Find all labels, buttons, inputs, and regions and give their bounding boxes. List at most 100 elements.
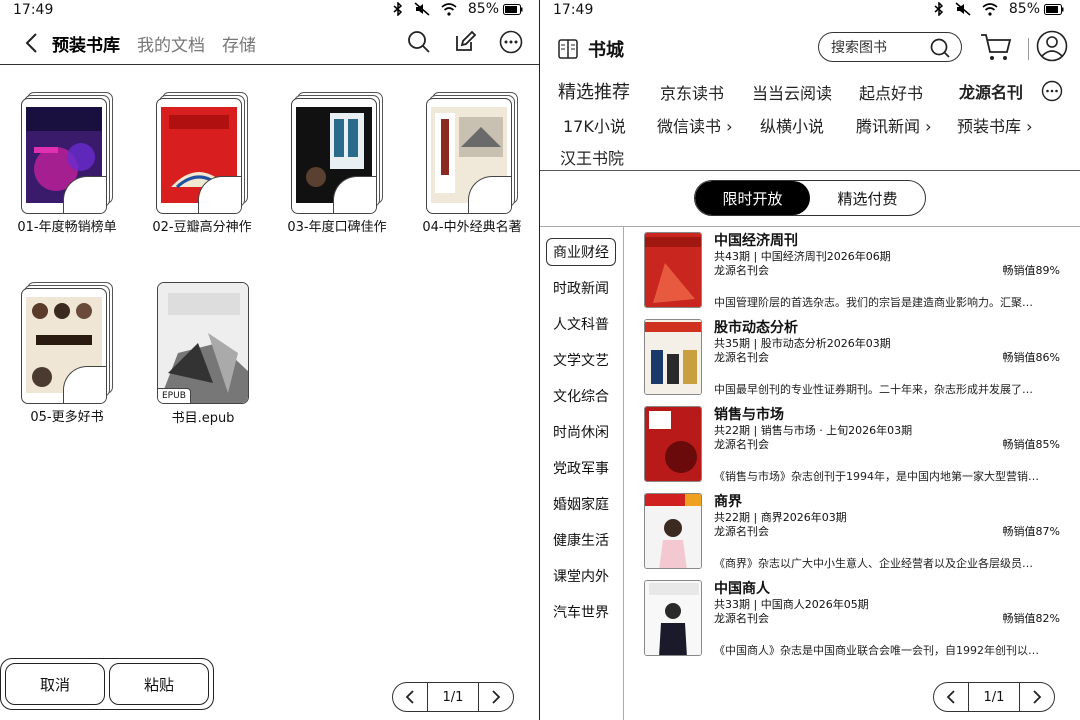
- book-cover: [158, 283, 248, 403]
- cat-featured[interactable]: 精选推荐: [558, 78, 630, 104]
- epub-tag: EPUB: [158, 388, 191, 403]
- cat-dangdang[interactable]: 当当云阅读: [752, 80, 832, 104]
- folder-stack: [426, 92, 518, 216]
- access-segment: 限时开放 精选付费: [694, 180, 926, 216]
- edit-icon[interactable]: [453, 30, 477, 54]
- magazine-description: 《销售与市场》杂志创刊于1994年，是中国内地第一家大型营销…: [714, 470, 1039, 483]
- cat-weixin[interactable]: 微信读书 ›: [657, 113, 733, 137]
- search-icon[interactable]: [407, 30, 431, 54]
- magazine-cover: [644, 232, 702, 308]
- segment-paid[interactable]: 精选付费: [810, 181, 925, 215]
- status-icons: 85%: [934, 1, 1064, 17]
- wifi-icon: [982, 2, 998, 16]
- epub-name: 书目.epub: [171, 411, 235, 426]
- sidebar-item-business[interactable]: 商业财经: [546, 238, 616, 266]
- cat-qidian[interactable]: 起点好书: [859, 80, 923, 104]
- magazine-item[interactable]: 中国商人 共33期 | 中国商人2026年05期 龙源名刊会 畅销值82% 《中…: [644, 580, 1060, 660]
- magazine-popularity: 畅销值82%: [1002, 612, 1060, 625]
- magazine-description: 《中国商人》杂志是中国商业联合会唯一会刊，自1992年创刊以…: [714, 644, 1039, 657]
- prev-page-icon[interactable]: [393, 682, 427, 712]
- cat-weixin-label: 微信读书: [657, 117, 722, 136]
- next-page-icon[interactable]: [1020, 682, 1054, 712]
- left-toolbar: [407, 30, 523, 54]
- nav-divider: [540, 170, 1080, 171]
- status-icons: 85%: [393, 1, 523, 17]
- folder-more[interactable]: 05-更多好书: [11, 282, 123, 426]
- cat-hanwang[interactable]: 汉王书院: [560, 145, 624, 169]
- folder-acclaimed[interactable]: 03-年度口碑佳作: [281, 92, 393, 236]
- battery-level: 85%: [1008, 1, 1040, 17]
- search-input[interactable]: 搜索图书: [818, 32, 962, 62]
- magazine-publisher: 龙源名刊会: [714, 264, 769, 277]
- right-pager: 1/1: [933, 682, 1055, 712]
- magazine-publisher: 龙源名刊会: [714, 351, 769, 364]
- magazine-item[interactable]: 股市动态分析 共35期 | 股市动态分析2026年03期 龙源名刊会 畅销值86…: [644, 319, 1060, 399]
- sidebar-item-politics[interactable]: 时政新闻: [546, 274, 616, 302]
- more-categories-icon[interactable]: [1041, 80, 1063, 106]
- sidebar-item-health[interactable]: 健康生活: [546, 526, 616, 554]
- magazine-description: 中国最早创刊的专业性证券期刊。二十年来，杂志形成并发展了…: [714, 383, 1033, 396]
- next-page-icon[interactable]: [479, 682, 513, 712]
- magazine-item[interactable]: 销售与市场 共22期 | 销售与市场 · 上旬2026年03期 龙源名刊会 畅销…: [644, 406, 1060, 486]
- bluetooth-icon: [934, 2, 943, 16]
- sidebar-item-education[interactable]: 课堂内外: [546, 562, 616, 590]
- battery-icon: [503, 3, 523, 15]
- sidebar-item-literature[interactable]: 文学文艺: [546, 346, 616, 374]
- folder-douban[interactable]: 02-豆瓣高分神作: [146, 92, 258, 236]
- prev-page-icon[interactable]: [934, 682, 968, 712]
- tab-storage[interactable]: 存储: [222, 31, 256, 56]
- battery-level: 85%: [467, 1, 499, 17]
- folder-name: 02-豆瓣高分神作: [152, 220, 252, 235]
- folder-name: 04-中外经典名著: [422, 220, 522, 235]
- folder-stack: [156, 92, 248, 216]
- cat-preinstalled[interactable]: 预装书库 ›: [957, 113, 1033, 137]
- tab-preinstalled[interactable]: 预装书库: [52, 31, 120, 56]
- user-avatar-icon[interactable]: [1036, 30, 1068, 66]
- magazine-item[interactable]: 商界 共22期 | 商界2026年03期 龙源名刊会 畅销值87% 《商界》杂志…: [644, 493, 1060, 573]
- magazine-item[interactable]: 中国经济周刊 共43期 | 中国经济周刊2026年06期 龙源名刊会 畅销值89…: [644, 232, 1060, 312]
- magazine-cover: [644, 319, 702, 395]
- magazine-popularity: 畅销值86%: [1002, 351, 1060, 364]
- magazine-title: 销售与市场: [714, 407, 784, 423]
- folder-classics[interactable]: 04-中外经典名著: [416, 92, 528, 236]
- folder-name: 01-年度畅销榜单: [17, 220, 117, 235]
- left-pane: 17:49 85% 预装书库 我的文档 存储 01-年度畅销榜单 02-豆瓣高分…: [0, 0, 539, 720]
- sidebar-item-science[interactable]: 人文科普: [546, 310, 616, 338]
- cat-17k[interactable]: 17K小说: [563, 113, 626, 137]
- status-bar: 17:49 85%: [540, 0, 1080, 22]
- search-placeholder: 搜索图书: [831, 40, 887, 56]
- wifi-icon: [441, 2, 457, 16]
- paste-button[interactable]: 粘贴: [109, 663, 209, 705]
- left-pager: 1/1: [392, 682, 514, 712]
- search-icon[interactable]: [929, 37, 951, 59]
- sidebar-item-family[interactable]: 婚姻家庭: [546, 490, 616, 518]
- store-header: 书城 搜索图书: [558, 30, 1068, 66]
- store-title: 书城: [588, 40, 624, 61]
- mute-icon: [955, 2, 971, 16]
- tab-my-documents[interactable]: 我的文档: [137, 31, 205, 56]
- sidebar-item-fashion[interactable]: 时尚休闲: [546, 418, 616, 446]
- folder-bestsellers[interactable]: 01-年度畅销榜单: [11, 92, 123, 236]
- sidebar-item-culture[interactable]: 文化综合: [546, 382, 616, 410]
- status-time: 17:49: [553, 2, 594, 18]
- battery-icon: [1044, 3, 1064, 15]
- cart-icon[interactable]: [980, 32, 1012, 66]
- more-icon[interactable]: [499, 30, 523, 54]
- sidebar-item-military[interactable]: 党政军事: [546, 454, 616, 482]
- book-icon: [558, 39, 578, 59]
- cat-tencent-label: 腾讯新闻: [856, 117, 921, 136]
- cat-jd[interactable]: 京东读书: [660, 80, 724, 104]
- cat-tencent[interactable]: 腾讯新闻 ›: [856, 113, 932, 137]
- sidebar-item-auto[interactable]: 汽车世界: [546, 598, 616, 626]
- magazine-title: 中国经济周刊: [714, 233, 798, 249]
- mute-icon: [414, 2, 430, 16]
- magazine-description: 《商界》杂志以广大中小生意人、企业经营者以及企业各层级员…: [714, 557, 1033, 570]
- cancel-button[interactable]: 取消: [5, 663, 105, 705]
- segment-free[interactable]: 限时开放: [695, 181, 810, 215]
- back-icon[interactable]: [18, 30, 44, 56]
- cat-longyuan[interactable]: 龙源名刊: [959, 79, 1023, 103]
- cat-preinstalled-label: 预装书库: [957, 117, 1022, 136]
- epub-file[interactable]: EPUB 书目.epub: [157, 282, 249, 426]
- cat-zongheng[interactable]: 纵横小说: [760, 113, 824, 137]
- magazine-title: 中国商人: [714, 581, 770, 597]
